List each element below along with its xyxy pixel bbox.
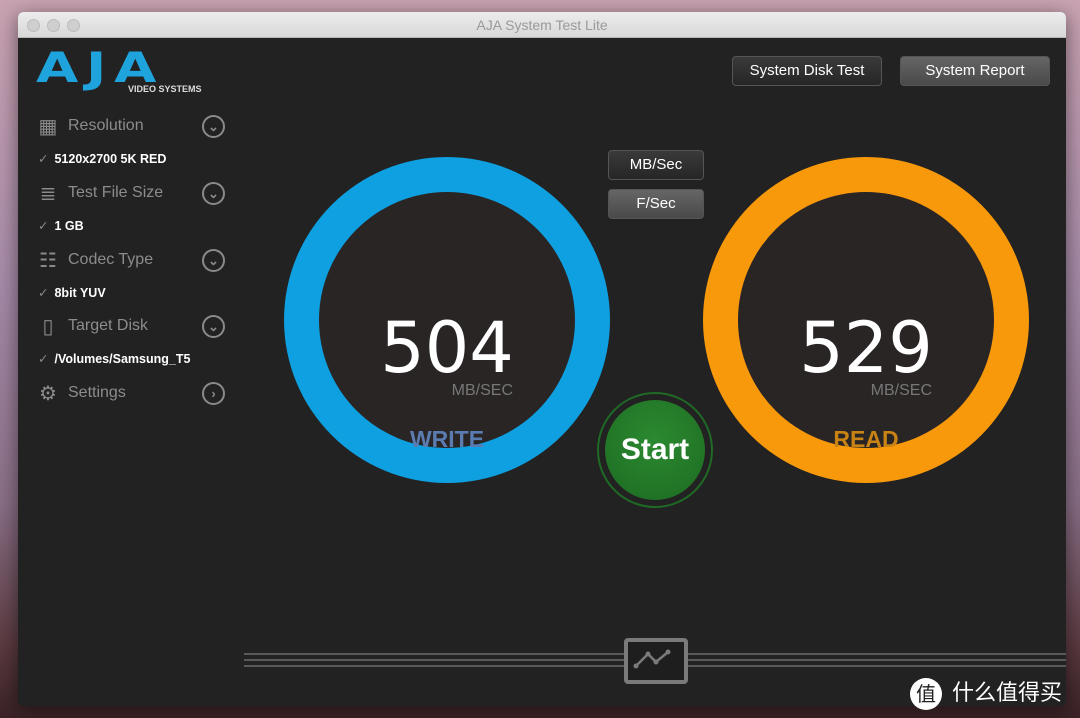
- write-value: 504: [380, 307, 514, 389]
- chevron-down-icon[interactable]: ⌄: [202, 182, 225, 205]
- codec-type-value: ✓ 8bit YUV: [38, 286, 106, 300]
- resolution-value: ✓ 5120x2700 5K RED: [38, 152, 167, 166]
- gear-icon: ⚙: [39, 383, 57, 405]
- sidebar-item-settings[interactable]: ⚙ Settings ›: [36, 381, 226, 407]
- chevron-down-icon[interactable]: ⌄: [202, 249, 225, 272]
- read-label: READ: [833, 426, 899, 452]
- minimize-button[interactable]: [47, 19, 60, 32]
- app-window: AJA System Test Lite AJA VIDEO SYSTEMS S…: [18, 12, 1066, 706]
- system-disk-test-button[interactable]: System Disk Test: [732, 56, 882, 86]
- layers-icon: ≣: [39, 183, 57, 205]
- watermark: 值什么值得买: [910, 675, 1062, 710]
- sidebar-item-target-disk[interactable]: ▯ Target Disk ⌄: [36, 314, 226, 340]
- sidebar-item-test-file-size[interactable]: ≣ Test File Size ⌄: [36, 181, 226, 207]
- write-label: WRITE: [409, 426, 485, 452]
- read-gauge: 529 MB/SEC READ: [703, 157, 1029, 483]
- write-unit: MB/SEC: [451, 382, 513, 399]
- aja-logo: AJA VIDEO SYSTEMS: [36, 43, 202, 95]
- system-report-button[interactable]: System Report: [900, 56, 1050, 86]
- mb-sec-toggle[interactable]: MB/Sec: [608, 150, 704, 180]
- read-value: 529: [799, 307, 933, 389]
- sidebar-item-codec-type[interactable]: ☷ Codec Type ⌄: [36, 248, 226, 274]
- read-unit: MB/SEC: [870, 382, 932, 399]
- grid-icon: ☷: [39, 250, 57, 272]
- target-disk-value: ✓/Volumes/Samsung_T5: [38, 352, 191, 366]
- chevron-right-icon[interactable]: ›: [202, 382, 225, 405]
- chevron-down-icon[interactable]: ⌄: [202, 115, 225, 138]
- chip-icon: ▦: [38, 116, 58, 138]
- hard-disk-icon: ▯: [42, 316, 54, 338]
- title-bar: AJA System Test Lite: [18, 12, 1066, 38]
- start-button[interactable]: Start: [597, 392, 713, 508]
- sidebar-item-resolution[interactable]: ▦ Resolution ⌄: [36, 114, 226, 140]
- window-title: AJA System Test Lite: [476, 17, 608, 33]
- write-gauge: 504 MB/SEC WRITE: [284, 157, 610, 483]
- f-sec-toggle[interactable]: F/Sec: [608, 189, 704, 219]
- zoom-button[interactable]: [67, 19, 80, 32]
- graph-icon[interactable]: [624, 638, 688, 684]
- close-button[interactable]: [27, 19, 40, 32]
- test-file-size-value: ✓ 1 GB: [38, 219, 84, 233]
- chevron-down-icon[interactable]: ⌄: [202, 315, 225, 338]
